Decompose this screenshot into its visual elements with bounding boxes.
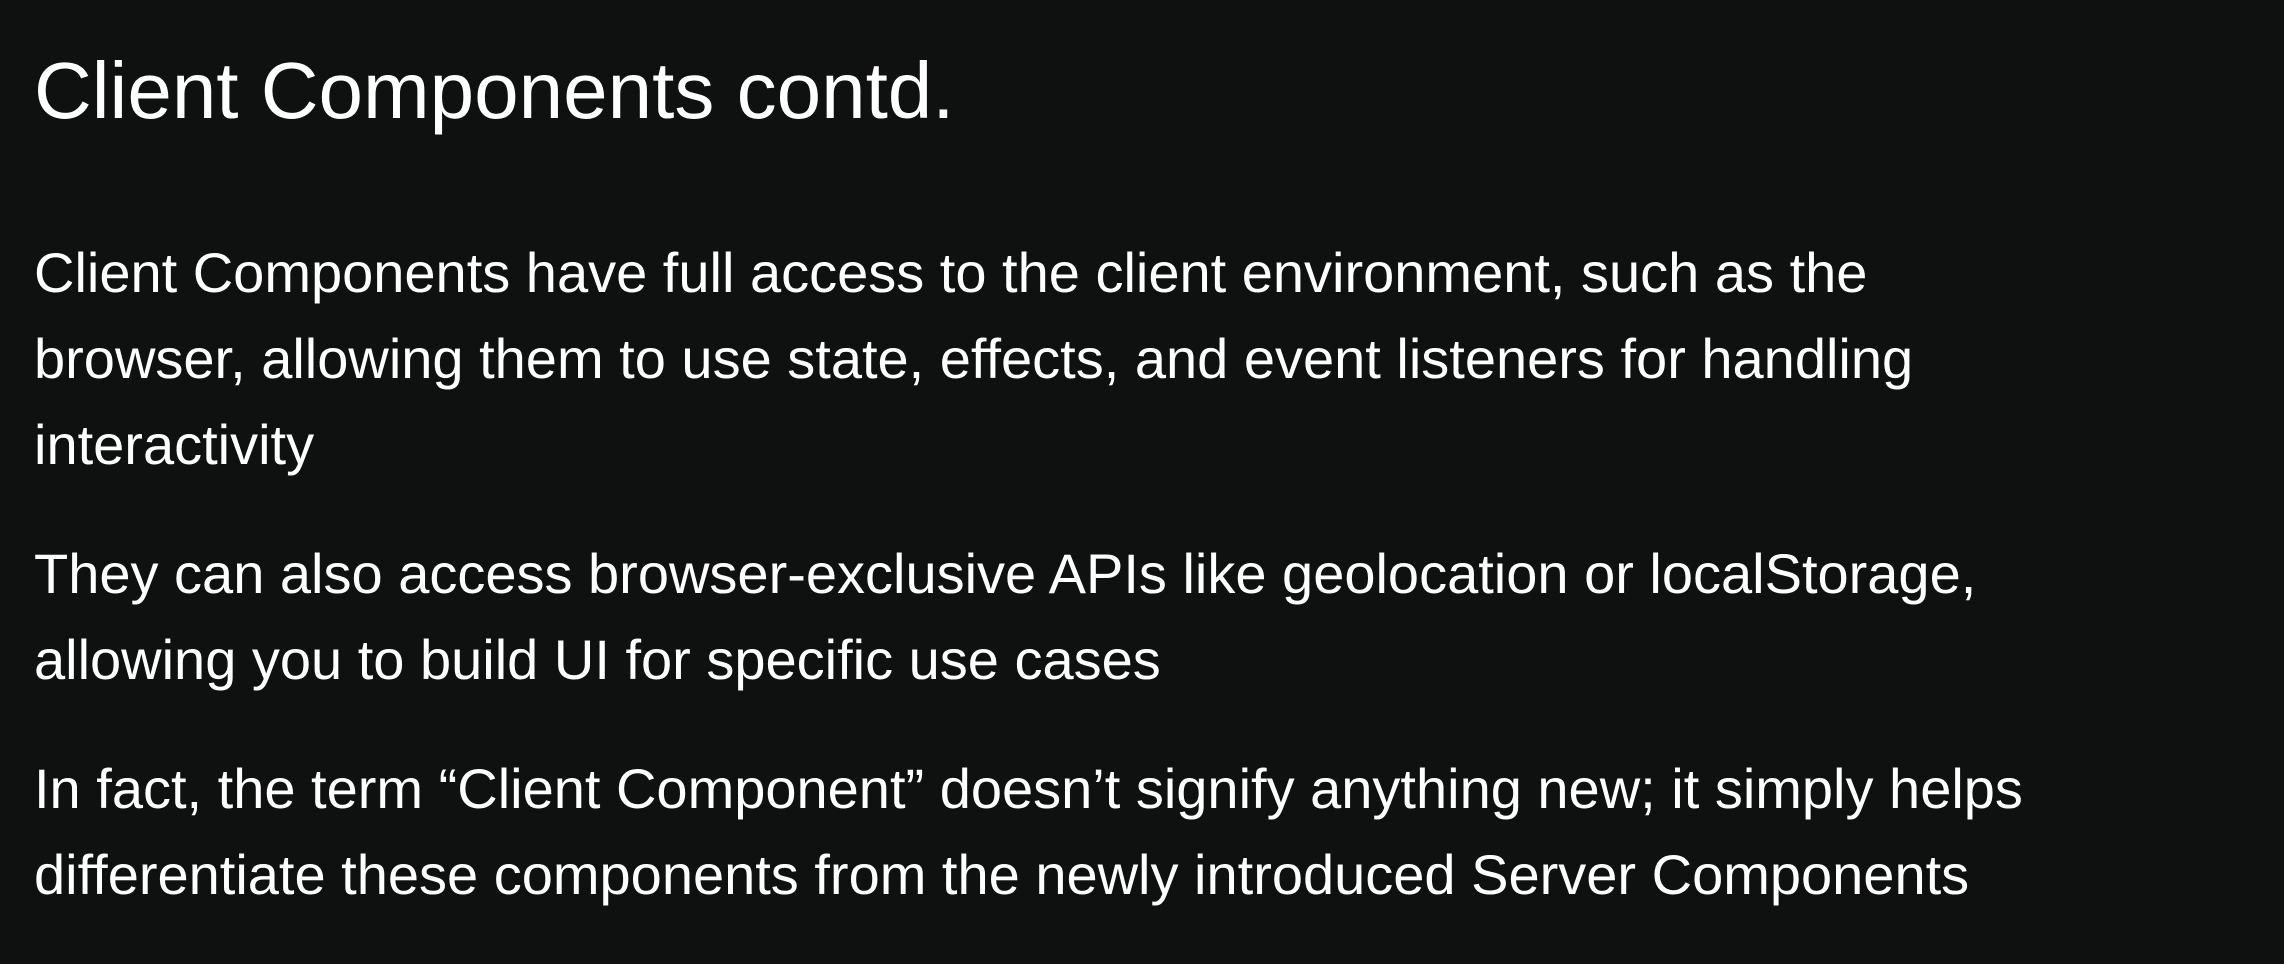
paragraph-line: They can also access browser-exclusive A…: [34, 542, 1977, 605]
paragraph-line: allowing you to build UI for specific us…: [34, 628, 1161, 691]
slide: Client Components contd. Client Componen…: [0, 0, 2284, 964]
paragraph-term-meaning: In fact, the term “Client Component” doe…: [34, 746, 2264, 918]
paragraph-line: In fact, the term “Client Component” doe…: [34, 757, 2023, 820]
paragraph-line: browser, allowing them to use state, eff…: [34, 327, 1914, 390]
paragraph-line: Client Components have full access to th…: [34, 241, 1868, 304]
paragraph-client-access: Client Components have full access to th…: [34, 230, 2264, 488]
paragraph-line: differentiate these components from the …: [34, 843, 1970, 906]
paragraph-line: interactivity: [34, 413, 315, 476]
slide-title: Client Components contd.: [34, 46, 955, 135]
paragraph-browser-apis: They can also access browser-exclusive A…: [34, 531, 2264, 703]
